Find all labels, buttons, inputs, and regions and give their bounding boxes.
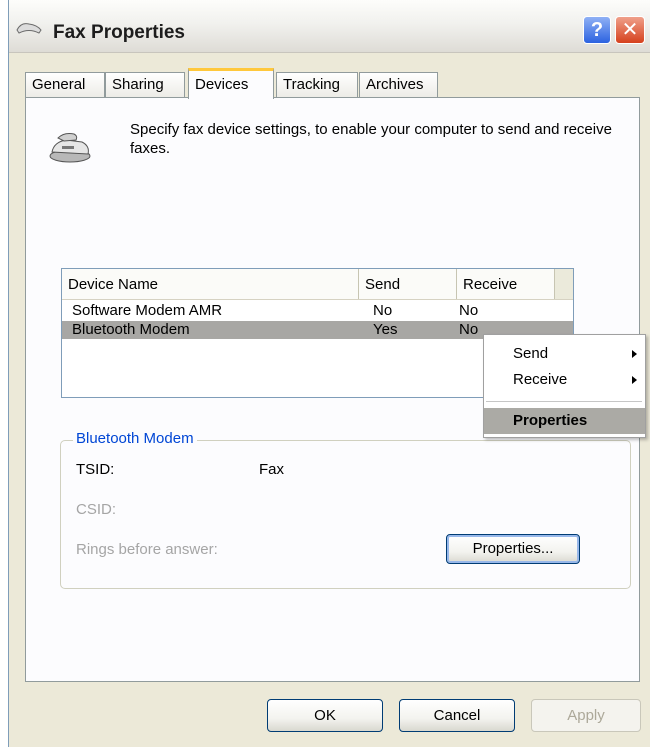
menu-separator	[486, 401, 642, 402]
tab-archives[interactable]: Archives	[359, 72, 438, 98]
receive-cell: No	[459, 321, 479, 338]
context-menu: Send Receive Properties	[483, 334, 646, 438]
ok-button[interactable]: OK	[267, 699, 383, 732]
device-name-cell: Bluetooth Modem	[72, 321, 190, 338]
intro-text: Specify fax device settings, to enable y…	[130, 121, 612, 157]
tsid-value: Fax	[259, 461, 285, 478]
tsid-label: TSID:	[76, 461, 115, 478]
fax-machine-icon	[49, 133, 91, 163]
menu-item-label: Properties	[513, 412, 588, 429]
send-cell: Yes	[373, 321, 398, 338]
device-properties-button[interactable]: Properties...	[446, 534, 580, 564]
device-groupbox: Bluetooth Modem TSID: Fax CSID: Rings be…	[60, 430, 631, 589]
close-icon: ✕	[621, 19, 639, 41]
help-icon: ?	[590, 19, 604, 41]
menu-item-properties[interactable]: Properties	[484, 408, 645, 434]
tab-general[interactable]: General	[25, 72, 105, 98]
menu-item-label: Send	[513, 345, 549, 362]
list-header: Device Name Send Receive	[62, 269, 573, 300]
column-receive[interactable]: Receive	[457, 269, 555, 299]
table-row[interactable]: Software Modem AMR No No	[62, 302, 573, 320]
tab-devices[interactable]: Devices	[188, 68, 274, 99]
title-bar[interactable]: Fax Properties ? ✕	[9, 0, 650, 53]
fax-app-icon	[16, 23, 42, 34]
column-device-name[interactable]: Device Name	[62, 269, 359, 299]
window-title: Fax Properties	[53, 22, 185, 43]
csid-label: CSID:	[76, 501, 117, 518]
help-button[interactable]: ?	[583, 16, 611, 44]
cancel-button[interactable]: Cancel	[399, 699, 515, 732]
submenu-arrow-icon	[632, 376, 637, 384]
menu-item-label: Receive	[513, 371, 568, 388]
apply-button[interactable]: Apply	[531, 699, 641, 732]
tab-tracking[interactable]: Tracking	[276, 72, 358, 98]
tab-sharing[interactable]: Sharing	[105, 72, 185, 98]
receive-cell: No	[459, 302, 479, 319]
menu-item-receive[interactable]: Receive	[484, 367, 645, 393]
device-name-cell: Software Modem AMR	[72, 302, 223, 319]
column-send[interactable]: Send	[359, 269, 457, 299]
send-cell: No	[373, 302, 393, 319]
group-title: Bluetooth Modem	[73, 430, 197, 447]
submenu-arrow-icon	[632, 350, 637, 358]
menu-item-send[interactable]: Send	[484, 341, 645, 367]
close-button[interactable]: ✕	[615, 16, 645, 44]
rings-label: Rings before answer:	[76, 541, 218, 558]
